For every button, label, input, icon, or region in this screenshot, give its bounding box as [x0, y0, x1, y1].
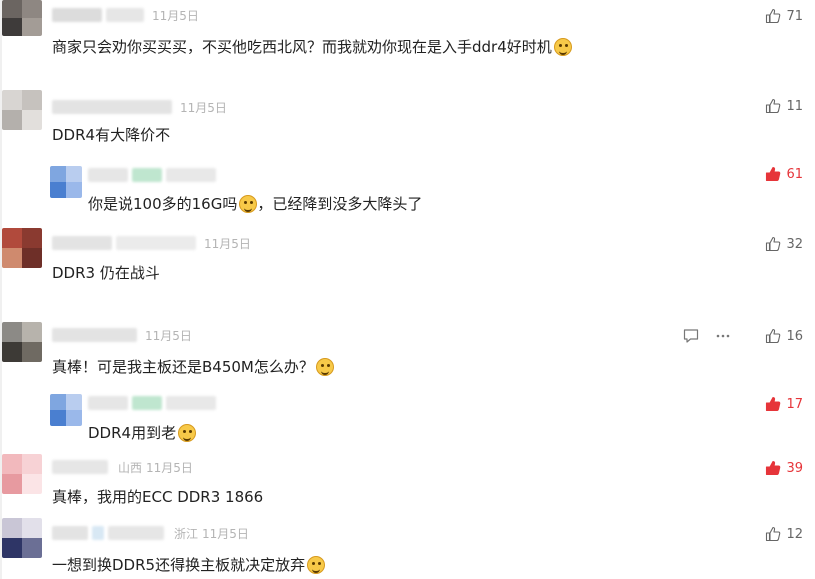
grin-face-icon: [315, 357, 334, 376]
username[interactable]: [52, 236, 112, 250]
comment-date: 11月5日: [180, 100, 227, 115]
like-button[interactable]: 71: [765, 6, 803, 26]
like-count: 71: [786, 8, 803, 24]
comment-text: 一想到换DDR5还得换主板就决定放弃: [52, 554, 326, 575]
cat-face-icon: [553, 37, 572, 56]
thumbs-up-icon: [766, 328, 781, 344]
username[interactable]: [52, 8, 102, 22]
comment-date: 11月5日: [152, 8, 199, 23]
avatar[interactable]: [2, 518, 42, 558]
like-count: 12: [786, 526, 803, 542]
thumbs-up-icon: [766, 98, 781, 114]
comment-meta: 11月5日: [52, 234, 251, 252]
comment-text: 商家只会劝你买买买，不买他吃西北风？而我就劝你现在是入手ddr4好时机: [52, 36, 572, 57]
thumbs-up-icon: [766, 8, 781, 24]
comment-location: 浙江: [174, 526, 199, 541]
username[interactable]: [88, 168, 128, 182]
thumbs-up-icon: [766, 236, 781, 252]
like-button[interactable]: 61: [765, 164, 803, 184]
comment-date: 11月5日: [145, 328, 192, 343]
more-dots-icon[interactable]: [714, 327, 732, 345]
comment-text: DDR4用到老: [88, 422, 197, 443]
like-button[interactable]: 16: [765, 326, 803, 346]
thumbs-up-icon: [766, 396, 781, 412]
comment-text: 真棒！可是我主板还是B450M怎么办？: [52, 356, 334, 377]
comment-meta: 山西 11月5日: [52, 458, 193, 476]
username[interactable]: [52, 460, 108, 474]
username[interactable]: [52, 328, 137, 342]
username[interactable]: [52, 100, 172, 114]
comment-meta: 11月5日: [52, 326, 192, 344]
comment-date: 11月5日: [204, 236, 251, 251]
comment-text: DDR4有大降价不: [52, 126, 171, 144]
avatar[interactable]: [2, 90, 42, 130]
like-count: 61: [786, 166, 803, 182]
avatar[interactable]: [2, 228, 42, 268]
sad-face-icon: [307, 555, 326, 574]
like-button[interactable]: 39: [765, 458, 803, 478]
comment-date: 11月5日: [146, 460, 193, 475]
comment-text: 你是说100多的16G吗 ，已经降到没多大降头了: [88, 194, 423, 213]
thumbs-up-icon: [766, 460, 781, 476]
like-button[interactable]: 12: [765, 524, 803, 544]
like-count: 16: [786, 328, 803, 344]
avatar[interactable]: [50, 394, 82, 426]
like-button[interactable]: 17: [765, 394, 803, 414]
comment-location: 山西: [118, 460, 143, 475]
comment-meta: [88, 394, 224, 412]
like-button[interactable]: 11: [765, 96, 803, 116]
avatar[interactable]: [2, 322, 42, 362]
avatar[interactable]: [2, 0, 42, 36]
comment-actions: [682, 326, 732, 346]
username[interactable]: [52, 526, 88, 540]
comment-meta: 11月5日: [52, 6, 199, 24]
comment-meta: 11月5日: [52, 98, 227, 116]
avatar[interactable]: [2, 454, 42, 494]
like-count: 11: [786, 98, 803, 114]
comment-text: 真棒，我用的ECC DDR3 1866: [52, 488, 264, 506]
comment-date: 11月5日: [202, 526, 249, 541]
like-count: 17: [786, 396, 803, 412]
thumbs-up-icon: [766, 166, 781, 182]
avatar[interactable]: [50, 166, 82, 198]
comment-meta: [88, 166, 224, 184]
like-button[interactable]: 32: [765, 234, 803, 254]
comment-text: DDR3 仍在战斗: [52, 264, 160, 282]
comment-meta: 浙江 11月5日: [52, 524, 249, 542]
username[interactable]: [88, 396, 128, 410]
thumbs-up-icon: [766, 526, 781, 542]
cat-face-icon: [178, 423, 197, 442]
like-count: 32: [786, 236, 803, 252]
like-count: 39: [786, 460, 803, 476]
cat-face-icon: [239, 194, 258, 213]
comment-icon[interactable]: [682, 327, 700, 345]
